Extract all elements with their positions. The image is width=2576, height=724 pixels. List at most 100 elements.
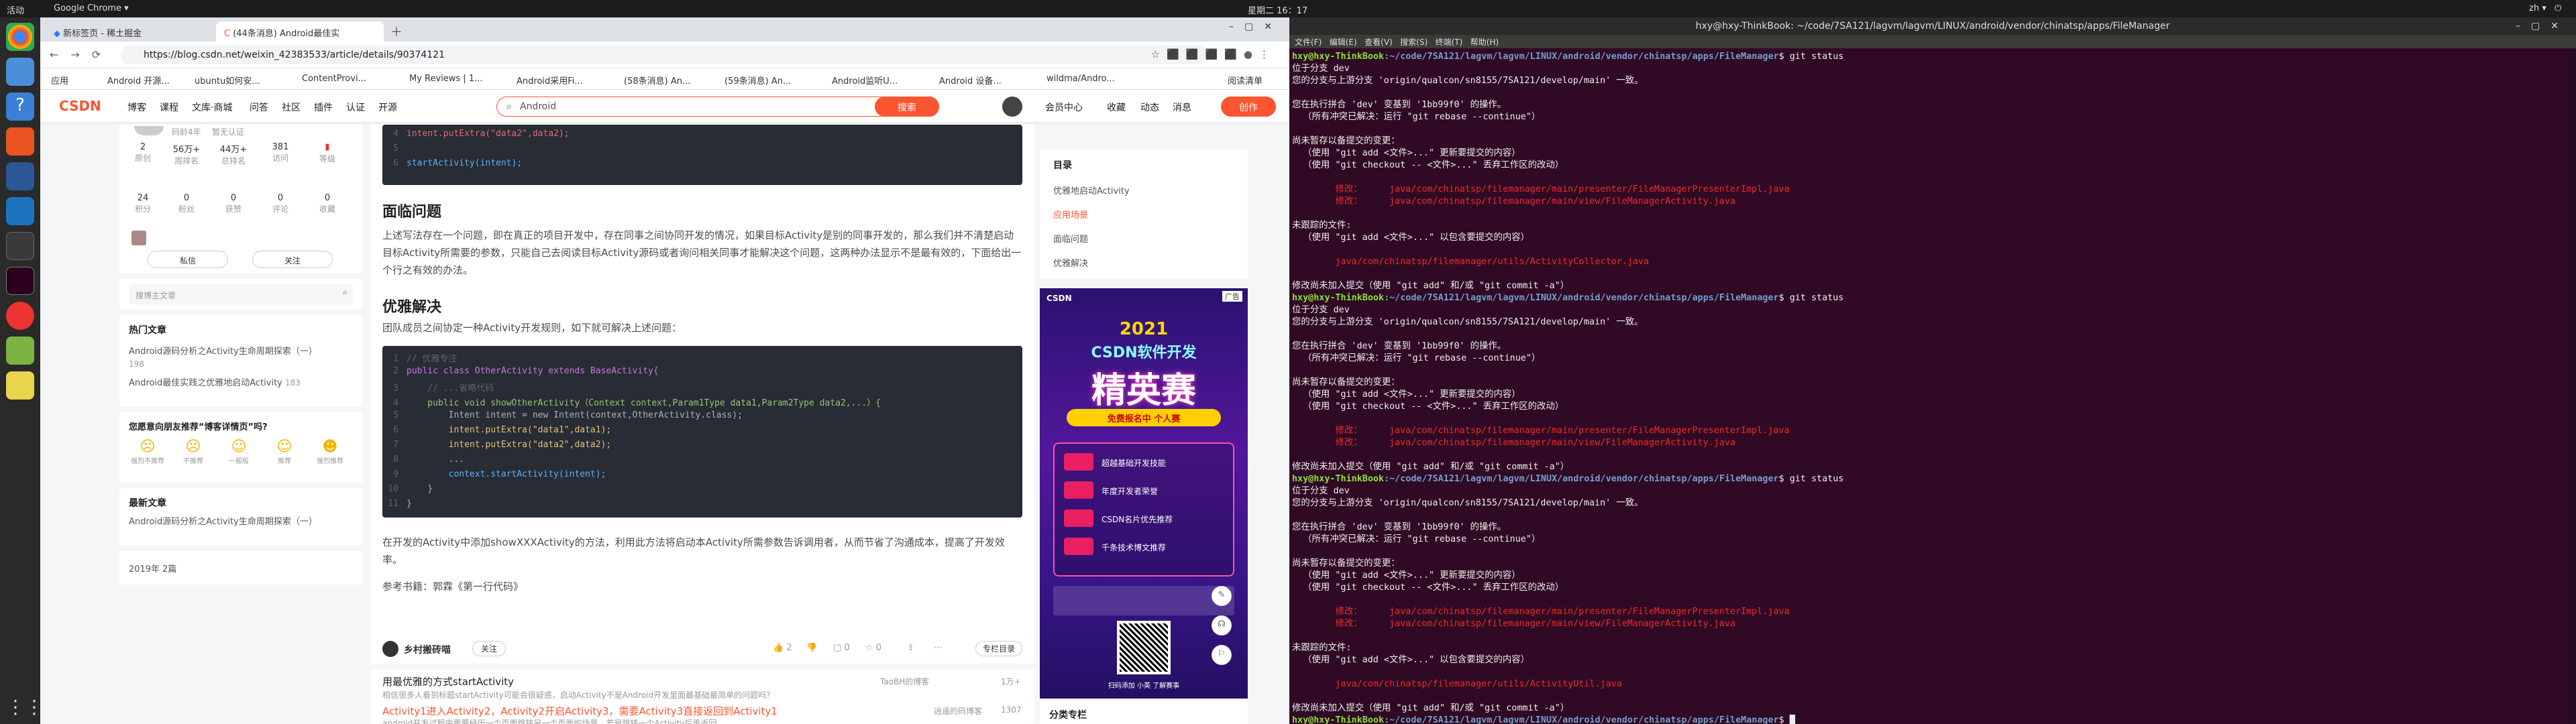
feedback-icon[interactable]: ⚐ [1212,645,1232,665]
hot-article-link[interactable]: Android最佳实践之优雅地启动Activity 183 [129,377,330,389]
bookmark-item[interactable]: (59条消息) An... [724,74,791,86]
nav-item[interactable]: 博客 [127,101,146,114]
dislike-icon[interactable]: 👎 [806,643,817,653]
android-icon[interactable] [6,337,34,365]
rec-title[interactable]: 用最优雅的方式startActivity [382,674,514,688]
menu-file[interactable]: 文件(F) [1295,38,1322,47]
monitor-icon[interactable] [6,232,34,260]
bookmarks-bar: 应用 Android 开源... ubuntu如何安... ContentPro… [40,68,1289,90]
terminal-window: hxy@hxy-ThinkBook: ~/code/7SA121/lagvm/l… [1289,17,2576,724]
new-tab-button[interactable]: ＋ [390,23,402,40]
document-icon[interactable] [6,162,34,190]
star-button[interactable]: ☆ 0 [865,643,881,653]
member-center-link[interactable]: 会员中心 [1045,101,1083,114]
extension-icons[interactable]: ☆⬛⬛⬛⬛●⋮ [1151,48,1276,60]
message-button[interactable]: 私信 [148,251,228,268]
bookmark-item[interactable]: Android监听U... [832,74,898,86]
ad-feature-box: 超越基础开发技能 年度开发者荣誉 CSDN名片优先推荐 千条技术博文推荐 [1053,442,1234,577]
bookmark-item[interactable]: My Reviews | 1... [409,74,483,84]
files-icon[interactable] [6,58,34,86]
tab-csdn[interactable]: C (44条消息) Android最佳实 [216,21,384,42]
comment-button[interactable]: ▢ 0 [833,643,850,653]
survey-option[interactable]: ☻ 强烈推荐 [310,438,350,465]
like-button[interactable]: 👍 2 [773,643,792,653]
author-follow-button[interactable]: 关注 [472,641,506,656]
toc-item-active[interactable]: 应用场景 [1053,208,1088,221]
power-icon[interactable]: ⏻ [2555,3,2561,13]
nav-item[interactable]: 认证 [346,101,365,114]
terminal-icon[interactable] [6,267,34,295]
bookmark-item[interactable]: Android 设备... [939,74,1002,86]
help-icon[interactable]: ? [6,93,34,121]
blog-search-input[interactable]: 搜博主文章 ⌕ [129,284,353,304]
toc-item[interactable]: 面临问题 [1053,232,1088,245]
star-count: 0 [875,643,882,653]
reading-list[interactable]: 阅读清单 [1228,74,1263,86]
csdn-logo[interactable]: CSDN [59,98,101,114]
nav-item[interactable]: 文库·商城 [192,101,232,114]
share-icon[interactable]: ⇪ [907,643,914,653]
app-menu[interactable]: Google Chrome ▾ [54,3,129,13]
bookmark-item[interactable]: 应用 [51,74,68,86]
survey-option[interactable]: ☺ 推荐 [264,438,305,465]
clock[interactable]: 星期二 16：17 [1248,3,1307,16]
toc-item[interactable]: 优雅解决 [1053,256,1088,269]
csdn-search-input[interactable]: ⌕ Android 搜索 [496,97,939,117]
archive-year[interactable]: 2019年 [129,562,160,575]
bookmark-item[interactable]: ContentProvi... [302,74,366,84]
chrome-icon[interactable] [6,23,34,51]
nav-item[interactable]: 插件 [314,101,333,114]
column-directory-button[interactable]: 专栏目录 [975,641,1022,656]
input-method-indicator[interactable]: zh ▾ [2529,3,2546,13]
notes-icon[interactable] [6,371,34,400]
bookmark-item[interactable]: (58条消息) An... [624,74,690,86]
headset-icon[interactable]: ☊ [1212,615,1232,636]
survey-option[interactable]: ☺ 一般般 [219,438,259,465]
activities-button[interactable]: 活动 [7,3,24,16]
menu-edit[interactable]: 编辑(E) [1330,38,1357,47]
menu-view[interactable]: 查看(V) [1364,38,1393,47]
terminal-output[interactable]: hxy@hxy-ThinkBook:~/code/7SA121/lagvm/la… [1289,51,2564,724]
ad-banner[interactable]: 广告 CSDN 2021 CSDN软件开发 精英赛 免费报名中 个人赛 超越基础… [1040,288,1248,699]
latest-article-link[interactable]: Android源码分析之Activity生命周期探索（一） [129,516,350,528]
tab-juejin[interactable]: ◆ 新标签页 - 稀土掘金 [46,21,213,42]
author-avatar[interactable] [382,641,398,657]
follow-button[interactable]: 关注 [252,251,333,268]
nav-item[interactable]: 问答 [250,101,268,114]
terminal-scrollbar[interactable] [2567,48,2576,724]
search-icon[interactable]: ⌕ [343,288,347,298]
menu-help[interactable]: 帮助(H) [1470,38,1499,47]
dynamics-link[interactable]: 动态 [1140,101,1159,114]
bookmark-item[interactable]: ubuntu如何安... [195,74,260,86]
software-icon[interactable] [6,127,34,156]
window-controls[interactable]: –▢✕ [2516,21,2569,32]
author-name[interactable]: 乡村搬砖喵 [404,643,451,656]
nav-item[interactable]: 课程 [160,101,178,114]
menu-search[interactable]: 搜索(S) [1400,38,1428,47]
app-icon[interactable] [6,197,34,225]
hot-article-link[interactable]: Android源码分析之Activity生命周期探索（一） 198 [129,346,330,371]
messages-link[interactable]: 消息 [1173,101,1191,114]
nav-item[interactable]: 开源 [378,101,397,114]
qq-icon[interactable] [6,302,34,330]
bookmark-item[interactable]: Android采用Fi... [517,74,583,86]
search-button[interactable]: 搜索 [875,97,939,117]
toc-item[interactable]: 优雅地启动Activity [1053,184,1130,196]
create-button[interactable]: 创作 [1221,97,1276,117]
nav-buttons[interactable]: ←→⟳ [50,48,113,61]
window-controls[interactable]: –▢✕ [1229,21,1283,32]
bookmark-item[interactable]: wildma/Andro... [1046,74,1115,84]
menu-terminal[interactable]: 终端(T) [1436,38,1463,47]
nav-item[interactable]: 社区 [282,101,301,114]
url-field[interactable]: https://blog.csdn.net/weixin_42383533/ar… [121,46,1208,64]
edit-icon[interactable]: ✎ [1212,586,1232,606]
survey-option[interactable]: ☹ 强烈不推荐 [127,438,168,465]
bookmark-item[interactable]: Android 开源... [107,74,170,86]
avatar[interactable] [1002,97,1022,117]
more-icon[interactable]: ⋯ [934,643,943,653]
survey-option[interactable]: ☹ 不推荐 [173,438,213,465]
favorites-link[interactable]: 收藏 [1107,101,1126,114]
show-apps-icon[interactable]: ⋮⋮ [6,696,44,724]
rec-title[interactable]: Activity1进入Activity2，Activity2开启Activity… [382,704,865,718]
